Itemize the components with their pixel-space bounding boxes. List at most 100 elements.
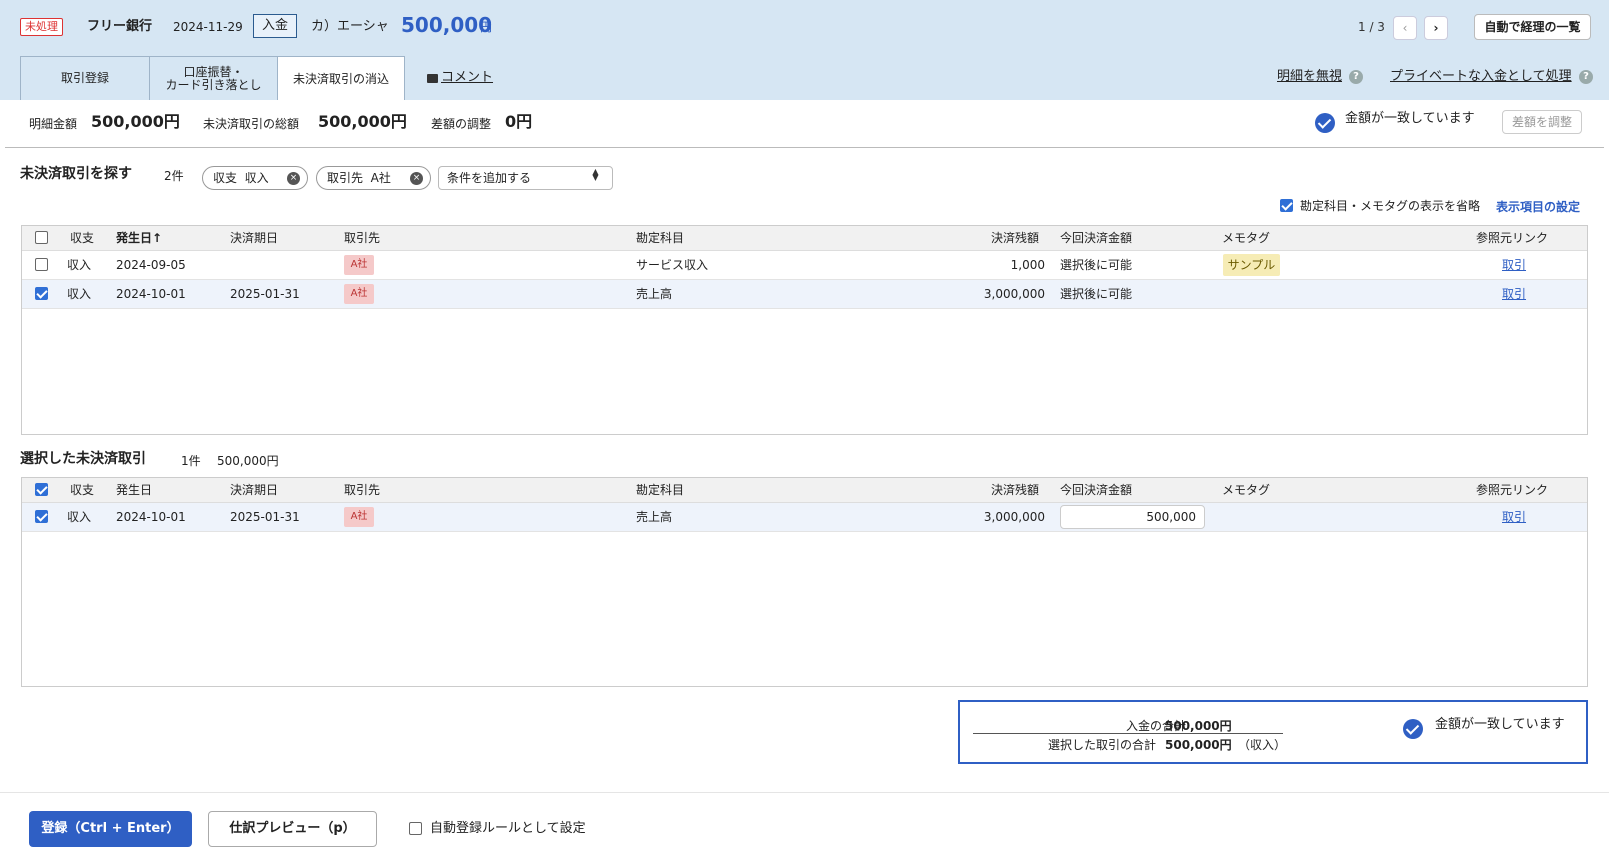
transaction-partner: カ）エーシャ <box>311 19 389 34</box>
omit-display-checkbox[interactable] <box>1280 199 1293 212</box>
col-due: 決済期日 <box>230 483 279 497</box>
match-status-text: 金額が一致しています <box>1345 111 1475 126</box>
transaction-header: 未処理 フリー銀行 2024-11-29 入金 カ）エーシャ 500,000 円… <box>0 0 1609 101</box>
auto-accounting-list-button[interactable]: 自動で経理の一覧 <box>1474 14 1591 40</box>
transaction-kind-badge: 入金 <box>253 14 297 38</box>
col-date-sort[interactable]: 発生日↑ <box>116 230 162 246</box>
selected-amount: 500,000円 <box>217 454 279 468</box>
difference-value: 0円 <box>505 112 533 131</box>
chip-label: 取引先 <box>327 171 364 185</box>
tab-reconcile[interactable]: 未決済取引の消込 <box>277 56 405 101</box>
row-checkbox[interactable] <box>35 287 48 300</box>
transaction-date: 2024-11-29 <box>173 20 243 34</box>
column-setting-link[interactable]: 表示項目の設定 <box>1496 199 1580 215</box>
cell-account: 売上高 <box>636 510 673 524</box>
unsettled-total-label: 未決済取引の総額 <box>203 117 300 131</box>
private-deposit-link[interactable]: プライベートな入金として処理 <box>1390 69 1572 85</box>
filter-chip-kind[interactable]: 収支 収入 × <box>202 166 308 190</box>
col-kind: 収支 <box>70 231 95 245</box>
cell-current: 選択後に可能 <box>1060 287 1133 301</box>
filter-chip-partner[interactable]: 取引先 A社 × <box>316 166 431 190</box>
col-memo: メモタグ <box>1222 231 1271 245</box>
bank-name: フリー銀行 <box>87 19 153 34</box>
partner-tag: A社 <box>344 507 374 527</box>
table-row[interactable]: 収入 2024-10-01 2025-01-31 A社 売上高 3,000,00… <box>22 503 1587 532</box>
memo-tag: サンプル <box>1223 254 1280 276</box>
detail-amount-value: 500,000円 <box>91 112 180 131</box>
tab-label: 取引登録 <box>60 71 109 85</box>
select-all-checkbox[interactable] <box>35 231 48 244</box>
adjust-difference-button[interactable]: 差額を調整 <box>1502 110 1582 134</box>
cell-remaining: 1,000 <box>1010 258 1045 272</box>
tab-label: 未決済取引の消込 <box>292 71 389 86</box>
select-all-checkbox[interactable] <box>35 483 48 496</box>
pager-prev-button[interactable]: ‹ <box>1393 16 1417 40</box>
register-button[interactable]: 登録（Ctrl + Enter） <box>29 811 192 847</box>
ref-link[interactable]: 取引 <box>1502 286 1526 302</box>
ref-link[interactable]: 取引 <box>1502 257 1526 273</box>
cell-remaining: 3,000,000 <box>983 287 1045 301</box>
col-ref: 参照元リンク <box>1476 483 1549 497</box>
search-section-title: 未決済取引を探す <box>20 166 132 182</box>
divider <box>973 733 1283 734</box>
cell-date: 2024-09-05 <box>116 258 186 272</box>
totals-match-text: 金額が一致しています <box>1435 717 1565 732</box>
col-partner: 取引先 <box>344 231 381 245</box>
table-row[interactable]: 収入 2024-10-01 2025-01-31 A社 売上高 3,000,00… <box>22 280 1587 309</box>
remove-icon[interactable]: × <box>410 172 423 185</box>
col-current: 今回決済金額 <box>1060 231 1133 245</box>
selected-total-value: 500,000円 <box>1165 738 1232 752</box>
comment-link[interactable]: コメント <box>441 70 493 86</box>
footer-bar: 登録（Ctrl + Enter） 仕訳プレビュー（p） 自動登録ルールとして設定 <box>0 792 1609 861</box>
cell-kind: 収入 <box>67 287 92 301</box>
cell-kind: 収入 <box>67 510 92 524</box>
chip-value: 収入 <box>244 171 269 185</box>
help-icon[interactable]: ? <box>1349 70 1363 84</box>
help-icon[interactable]: ? <box>1579 70 1593 84</box>
row-checkbox[interactable] <box>35 258 48 271</box>
cell-kind: 収入 <box>67 258 92 272</box>
chevron-right-icon: › <box>1433 21 1439 35</box>
selected-table: 収支 発生日 決済期日 取引先 勘定科目 決済残額 今回決済金額 メモタグ 参照… <box>21 477 1588 687</box>
tab-register[interactable]: 取引登録 <box>20 56 150 100</box>
status-badge: 未処理 <box>20 18 63 36</box>
omit-display-label: 勘定科目・メモタグの表示を省略 <box>1300 199 1481 213</box>
cell-date: 2024-10-01 <box>116 510 186 524</box>
ref-link[interactable]: 取引 <box>1502 509 1526 525</box>
col-ref: 参照元リンク <box>1476 231 1549 245</box>
chip-value: A社 <box>370 171 391 185</box>
partner-tag: A社 <box>344 284 374 304</box>
pager-next-button[interactable]: › <box>1424 16 1448 40</box>
table-row[interactable]: 収入 2024-09-05 A社 サービス収入 1,000 選択後に可能 サンプ… <box>22 251 1587 280</box>
tab-label-line1: 口座振替・ <box>183 64 244 79</box>
selected-section-title: 選択した未決済取引 <box>20 451 146 467</box>
journal-preview-button[interactable]: 仕訳プレビュー（p） <box>208 811 377 847</box>
tab-transfer[interactable]: 口座振替・ カード引き落とし <box>149 56 278 100</box>
selected-count: 1件 <box>181 454 201 468</box>
auto-rule-label: 自動登録ルールとして設定 <box>430 821 586 836</box>
currency-unit: 円 <box>480 20 493 34</box>
search-result-count: 2件 <box>164 169 184 183</box>
check-circle-icon <box>1403 719 1423 739</box>
add-condition-select[interactable]: 条件を追加する ▲▼ <box>438 166 613 190</box>
cell-remaining: 3,000,000 <box>983 510 1045 524</box>
col-partner: 取引先 <box>344 483 381 497</box>
col-memo: メモタグ <box>1222 483 1271 497</box>
auto-rule-checkbox[interactable] <box>409 822 422 835</box>
col-remaining: 決済残額 <box>991 231 1040 245</box>
ignore-detail-link[interactable]: 明細を無視 <box>1277 69 1342 85</box>
cell-due: 2025-01-31 <box>230 510 300 524</box>
unsettled-table: 収支 発生日↑ 決済期日 取引先 勘定科目 決済残額 今回決済金額 メモタグ 参… <box>21 225 1588 435</box>
tab-label: 口座振替・ カード引き落とし <box>165 64 261 92</box>
table-header: 収支 発生日↑ 決済期日 取引先 勘定科目 決済残額 今回決済金額 メモタグ 参… <box>22 226 1587 251</box>
col-remaining: 決済残額 <box>991 483 1040 497</box>
chip-label: 収支 <box>213 171 238 185</box>
cell-current: 選択後に可能 <box>1060 258 1133 272</box>
transaction-amount: 500,000 <box>401 13 493 37</box>
selected-total-label: 選択した取引の合計 <box>1047 738 1156 752</box>
remove-icon[interactable]: × <box>287 172 300 185</box>
row-checkbox[interactable] <box>35 510 48 523</box>
deposit-total-label: 入金の合計 <box>1125 719 1186 733</box>
current-amount-input[interactable]: 500,000 <box>1060 505 1205 529</box>
partner-tag: A社 <box>344 255 374 275</box>
